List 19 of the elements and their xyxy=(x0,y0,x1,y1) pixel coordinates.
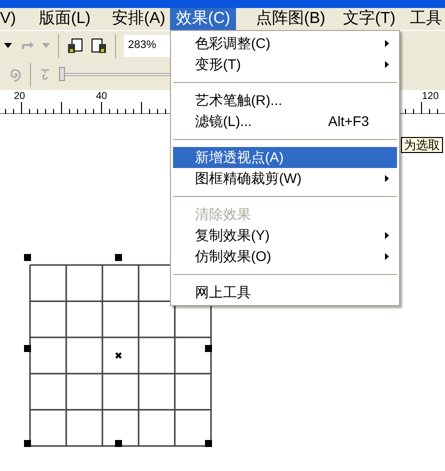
menu-item[interactable]: 仿制效果(O) xyxy=(173,246,397,267)
menu-item[interactable]: 变形(T) xyxy=(173,54,397,75)
menu-bar-item[interactable]: 安排(A) xyxy=(106,8,172,30)
menu-item[interactable]: 新增透视点(A) xyxy=(173,147,397,168)
menu-bar-item[interactable]: 工具 xyxy=(404,8,442,30)
menu-item[interactable]: 网上工具 xyxy=(173,282,397,303)
ruler-label: 40 xyxy=(96,91,108,102)
menu-bar-item[interactable]: 文字(T) xyxy=(337,8,402,30)
ruler-label: 20 xyxy=(14,91,26,102)
tooltip: 为选取 xyxy=(401,137,443,153)
menu-item[interactable]: 图框精确裁剪(W) xyxy=(173,168,397,189)
menu-bar-item[interactable]: V) xyxy=(0,8,22,30)
ruler-label: 120 xyxy=(422,91,439,102)
menu-bar-item[interactable]: 效果(C) xyxy=(170,8,236,30)
menu-bar-item[interactable]: 版面(L) xyxy=(33,8,97,30)
menu-item[interactable]: 复制效果(Y) xyxy=(173,225,397,246)
menu-item[interactable]: 滤镜(L)... Alt+F3 xyxy=(173,111,397,132)
menu-bar-item[interactable]: 点阵图(B) xyxy=(250,8,332,30)
menu-item[interactable]: 艺术笔触(R)... xyxy=(173,90,397,111)
